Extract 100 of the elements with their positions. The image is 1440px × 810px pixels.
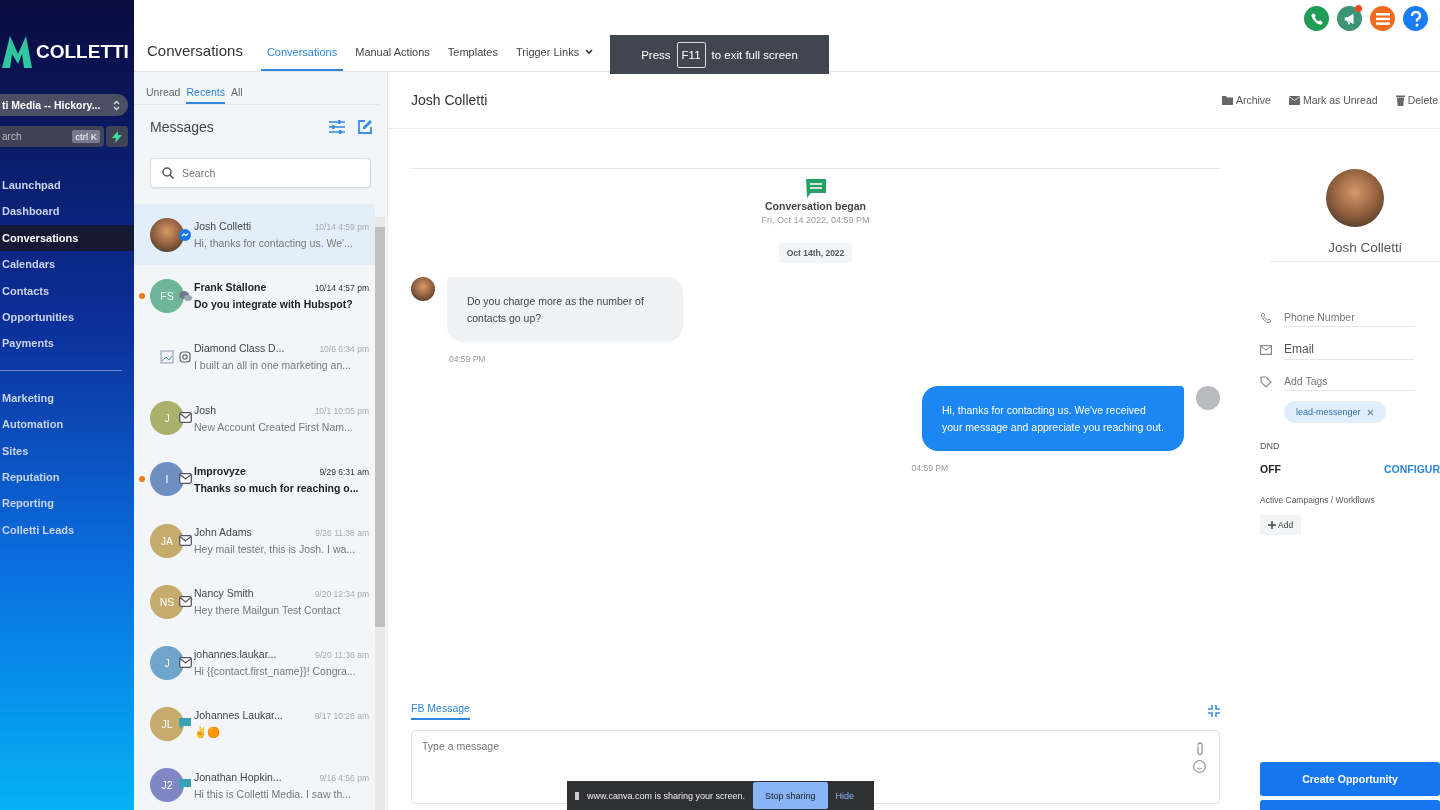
nav-item[interactable]: Reporting	[0, 490, 134, 517]
conversation-item[interactable]: J2 Jonathan Hopkin... 9/16 4:56 pm Hi this is Colletti Media. I saw th...	[134, 754, 375, 810]
toast-text: Press	[641, 48, 671, 61]
message-time: 9/17 10:28 am	[314, 711, 369, 722]
broken-image-icon	[160, 349, 174, 364]
search-field[interactable]: Search	[150, 158, 371, 188]
scrollbar-thumb[interactable]	[375, 227, 385, 627]
message-preview: Hi this is Colletti Media. I saw th...	[194, 787, 352, 800]
avatar-initials: I	[150, 462, 184, 497]
nav-item[interactable]: Launchpad	[0, 172, 134, 198]
message-preview: Hi {{contact.first_name}}! Congra...	[194, 665, 357, 678]
messages-heading: Messages	[150, 119, 215, 135]
hide-link[interactable]: Hide	[835, 790, 855, 801]
stop-sharing-button[interactable]: Stop sharing	[753, 782, 828, 809]
action-link[interactable]: Delete	[1395, 94, 1438, 106]
conversation-item[interactable]: Josh Colletti 10/14 4:59 pm Hi, thanks for contacting us. We'...	[134, 204, 375, 266]
avatar-placeholder	[1196, 386, 1220, 410]
paperclip-icon[interactable]	[1194, 742, 1205, 756]
filter-tab[interactable]: All	[231, 86, 243, 104]
contact-name: Frank Stallone	[194, 281, 267, 294]
conversation-item[interactable]: FS Frank Stallone 10/14 4:57 pm Do you integrate with Hubspot?	[134, 265, 375, 327]
conversation-item[interactable]: I Improvyze 9/29 6:31 am Thanks so much for reaching o...	[134, 448, 375, 510]
email-icon	[179, 473, 192, 485]
nav-item[interactable]: Calendars	[0, 251, 134, 278]
nav-tab[interactable]: Manual Actions	[349, 46, 436, 71]
contact-name: Improvyze	[194, 464, 246, 477]
close-icon[interactable]	[1366, 408, 1374, 416]
contact-field[interactable]: Email	[1284, 339, 1414, 360]
megaphone-button[interactable]	[1337, 6, 1362, 31]
channel-tab[interactable]: FB Message	[411, 702, 470, 720]
contact-field[interactable]: Phone Number	[1284, 308, 1414, 327]
contact-name: Josh	[194, 403, 217, 416]
list-button[interactable]	[1370, 6, 1395, 31]
avatar-photo-placeholder	[411, 277, 435, 301]
lightning-icon	[112, 130, 122, 143]
phone-icon	[1309, 11, 1324, 26]
avatar-photo-placeholder	[150, 217, 184, 252]
filter-tab[interactable]: Unread	[146, 86, 181, 104]
avatar-initials: FS	[150, 278, 184, 313]
action-link[interactable]: Archive	[1221, 94, 1271, 106]
help-button[interactable]	[1403, 6, 1428, 31]
message-time: 9/20 12:34 pm	[314, 589, 369, 600]
sms-icon	[179, 718, 191, 730]
conversation-item[interactable]: JA John Adams 9/26 11:38 am Hey mail tester, this is Josh. I wa...	[134, 509, 375, 572]
plus-icon	[1268, 521, 1276, 529]
email-icon	[179, 656, 192, 668]
filter-tab[interactable]: Recents	[186, 86, 225, 104]
nav-tab[interactable]: Trigger Links	[509, 46, 600, 71]
action-link[interactable]: Mark as Unread	[1288, 94, 1378, 106]
message-time: 10/14 4:59 pm	[314, 222, 369, 233]
tag-chip[interactable]: lead-messenger	[1284, 401, 1386, 423]
message-time: 04:59 PM	[911, 463, 948, 473]
search-icon	[162, 167, 174, 179]
campaigns-label: Active Campaigns / Workflows	[1260, 495, 1376, 505]
conversation-item[interactable]: J johannes.laukar... 9/20 11:36 am Hi {{contact.first_name}}! Congra...	[134, 632, 375, 694]
contact-name: Josh Colletti	[194, 220, 252, 233]
list-icon	[1375, 12, 1390, 25]
filter-icon[interactable]	[329, 120, 345, 134]
message-time: 9/29 6:31 am	[319, 466, 369, 477]
message-preview: Hi, thanks for contacting us. We'...	[194, 237, 354, 250]
conversation-item[interactable]: NS Nancy Smith 9/20 12:34 pm Hey there Mailgun Test Contact	[134, 571, 375, 633]
page-title: Conversations	[147, 42, 243, 61]
message-time: 10/1 10:05 pm	[314, 405, 369, 416]
avatar-initials: JL	[150, 707, 184, 742]
avatar-initials: J	[150, 645, 184, 680]
avatar-initials: JA	[150, 523, 184, 558]
nav-item[interactable]: Opportunities	[0, 303, 134, 330]
nav-item[interactable]: Dashboard	[0, 198, 134, 225]
megaphone-icon	[1342, 11, 1357, 26]
bolt-button[interactable]	[106, 126, 128, 147]
create-opportunity-button[interactable]: Create Opportunity	[1260, 762, 1440, 796]
phone-button[interactable]	[1304, 6, 1329, 31]
phone-icon	[1260, 311, 1272, 324]
sms-icon	[179, 779, 191, 791]
nav-item[interactable]: Marketing	[0, 384, 134, 411]
emoji-icon[interactable]	[1193, 760, 1206, 773]
collapse-icon[interactable]	[1208, 705, 1220, 717]
message-preview: New Account Created First Nam...	[194, 420, 354, 433]
contact-field[interactable]: Add Tags	[1284, 372, 1414, 391]
message-preview: Do you integrate with Hubspot?	[194, 298, 354, 311]
nav-item[interactable]: Automation	[0, 411, 134, 438]
nav-item[interactable]: Colletti Leads	[0, 516, 134, 543]
account-switcher[interactable]: ti Media -- Hickory...	[0, 94, 128, 116]
contact-name: Jonathan Hopkin...	[194, 770, 282, 783]
add-button[interactable]: Add	[1260, 515, 1302, 535]
nav-tab[interactable]: Templates	[441, 46, 504, 71]
folder-icon	[1221, 95, 1233, 105]
conversation-item[interactable]: Diamond Class D... 10/6 6:34 pm I built an all in one marketing an...	[134, 326, 375, 388]
conversation-began-date: Fri, Oct 14 2022, 04:59 PM	[761, 215, 870, 225]
nav-item[interactable]: Reputation	[0, 463, 134, 490]
nav-item[interactable]: Payments	[0, 330, 134, 357]
nav-item[interactable]: Contacts	[0, 277, 134, 304]
compose-icon[interactable]	[357, 119, 373, 135]
message-time: 10/6 6:34 pm	[319, 344, 369, 355]
conversation-item[interactable]: JL Johannes Laukar... 9/17 10:28 am ✌🟠	[134, 693, 375, 755]
nav-item[interactable]: Conversations	[0, 224, 134, 251]
nav-item[interactable]: Sites	[0, 437, 134, 464]
conversation-item[interactable]: J Josh 10/1 10:05 pm New Account Created First Nam...	[134, 387, 375, 449]
configure-link[interactable]: CONFIGUR	[1384, 463, 1440, 475]
toast-text: to exit full screen	[711, 48, 798, 61]
